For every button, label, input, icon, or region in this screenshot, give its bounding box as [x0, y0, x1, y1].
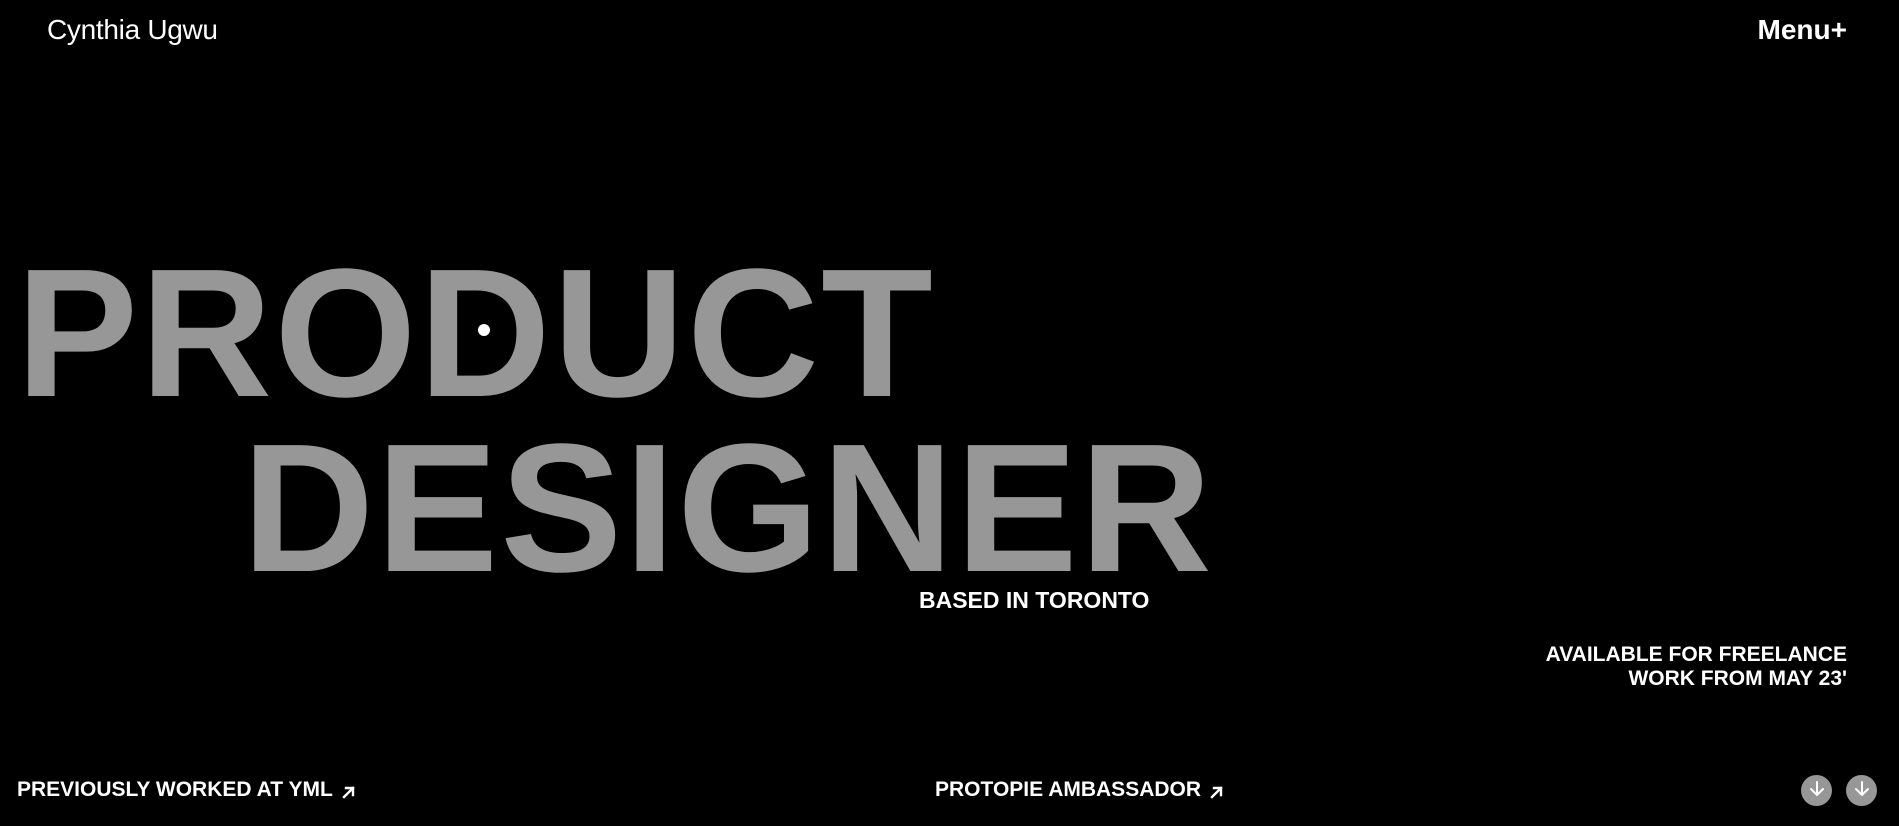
menu-button[interactable]: Menu+ — [1758, 14, 1847, 46]
page: Cynthia Ugwu Menu+ PRODUCT DESIGNER BASE… — [0, 0, 1899, 826]
previous-work-label: PREVIOUSLY WORKED AT YML — [17, 778, 333, 801]
availability-text: AVAILABLE FOR FREELANCE WORK FROM MAY 23… — [1546, 643, 1847, 691]
scroll-down-button-1[interactable] — [1801, 775, 1832, 806]
cursor-dot — [478, 324, 490, 336]
brand-name-link[interactable]: Cynthia Ugwu — [47, 14, 218, 46]
availability-line-1: AVAILABLE FOR FREELANCE — [1545, 643, 1847, 666]
arrow-up-right-icon — [341, 782, 357, 799]
hero-title-line-1: PRODUCT — [16, 230, 935, 435]
arrow-down-icon — [1808, 780, 1826, 801]
location-text: BASED IN TORONTO — [919, 587, 1150, 613]
scroll-down-button-2[interactable] — [1846, 775, 1877, 806]
hero-title-line-2: DESIGNER — [242, 405, 1214, 610]
arrow-up-right-icon — [1209, 782, 1225, 799]
arrow-down-icon — [1853, 780, 1871, 801]
protopie-ambassador-label: PROTOPIE AMBASSADOR — [935, 778, 1202, 801]
previous-work-link[interactable]: PREVIOUSLY WORKED AT YML — [17, 778, 357, 802]
hero-section: PRODUCT DESIGNER BASED IN TORONTO AVAILA… — [0, 0, 1899, 826]
availability-line-2: WORK FROM MAY 23' — [1628, 667, 1847, 690]
protopie-ambassador-link[interactable]: PROTOPIE AMBASSADOR — [935, 778, 1225, 802]
